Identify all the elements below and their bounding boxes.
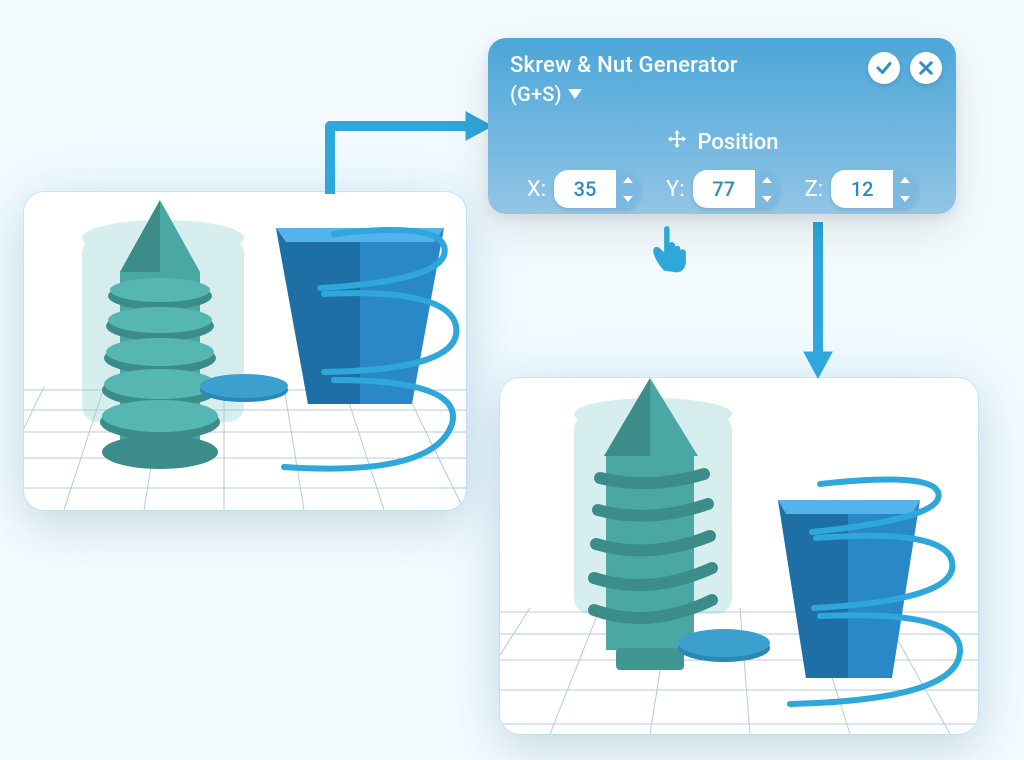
panel-title: Skrew & Nut Generator — [510, 52, 738, 81]
panel-title-block[interactable]: Skrew & Nut Generator (G+S) — [510, 52, 738, 107]
x-step-down[interactable] — [616, 189, 640, 208]
viewport-before — [24, 192, 466, 510]
z-input[interactable]: 12 — [831, 170, 917, 208]
viewport-after — [500, 378, 978, 734]
z-step-down[interactable] — [893, 189, 917, 208]
chevron-down-icon — [568, 89, 582, 99]
arrow-to-result — [778, 218, 858, 382]
z-value: 12 — [831, 177, 893, 201]
position-label: Position — [698, 130, 779, 155]
close-button[interactable] — [910, 52, 942, 84]
generator-properties-panel: Skrew & Nut Generator (G+S) Position — [488, 38, 956, 214]
x-value: 35 — [554, 177, 616, 201]
panel-subtitle: (G+S) — [510, 81, 562, 107]
z-label: Z: — [805, 177, 824, 202]
y-value: 77 — [693, 177, 755, 201]
pointer-hand-icon — [646, 218, 704, 280]
y-step-up[interactable] — [755, 170, 779, 189]
move-icon — [666, 128, 688, 156]
confirm-button[interactable] — [868, 52, 900, 84]
z-step-up[interactable] — [893, 170, 917, 189]
y-label: Y: — [666, 177, 685, 202]
y-step-down[interactable] — [755, 189, 779, 208]
x-label: X: — [527, 177, 546, 202]
arrow-to-panel — [310, 108, 494, 204]
y-input[interactable]: 77 — [693, 170, 779, 208]
x-step-up[interactable] — [616, 170, 640, 189]
x-input[interactable]: 35 — [554, 170, 640, 208]
